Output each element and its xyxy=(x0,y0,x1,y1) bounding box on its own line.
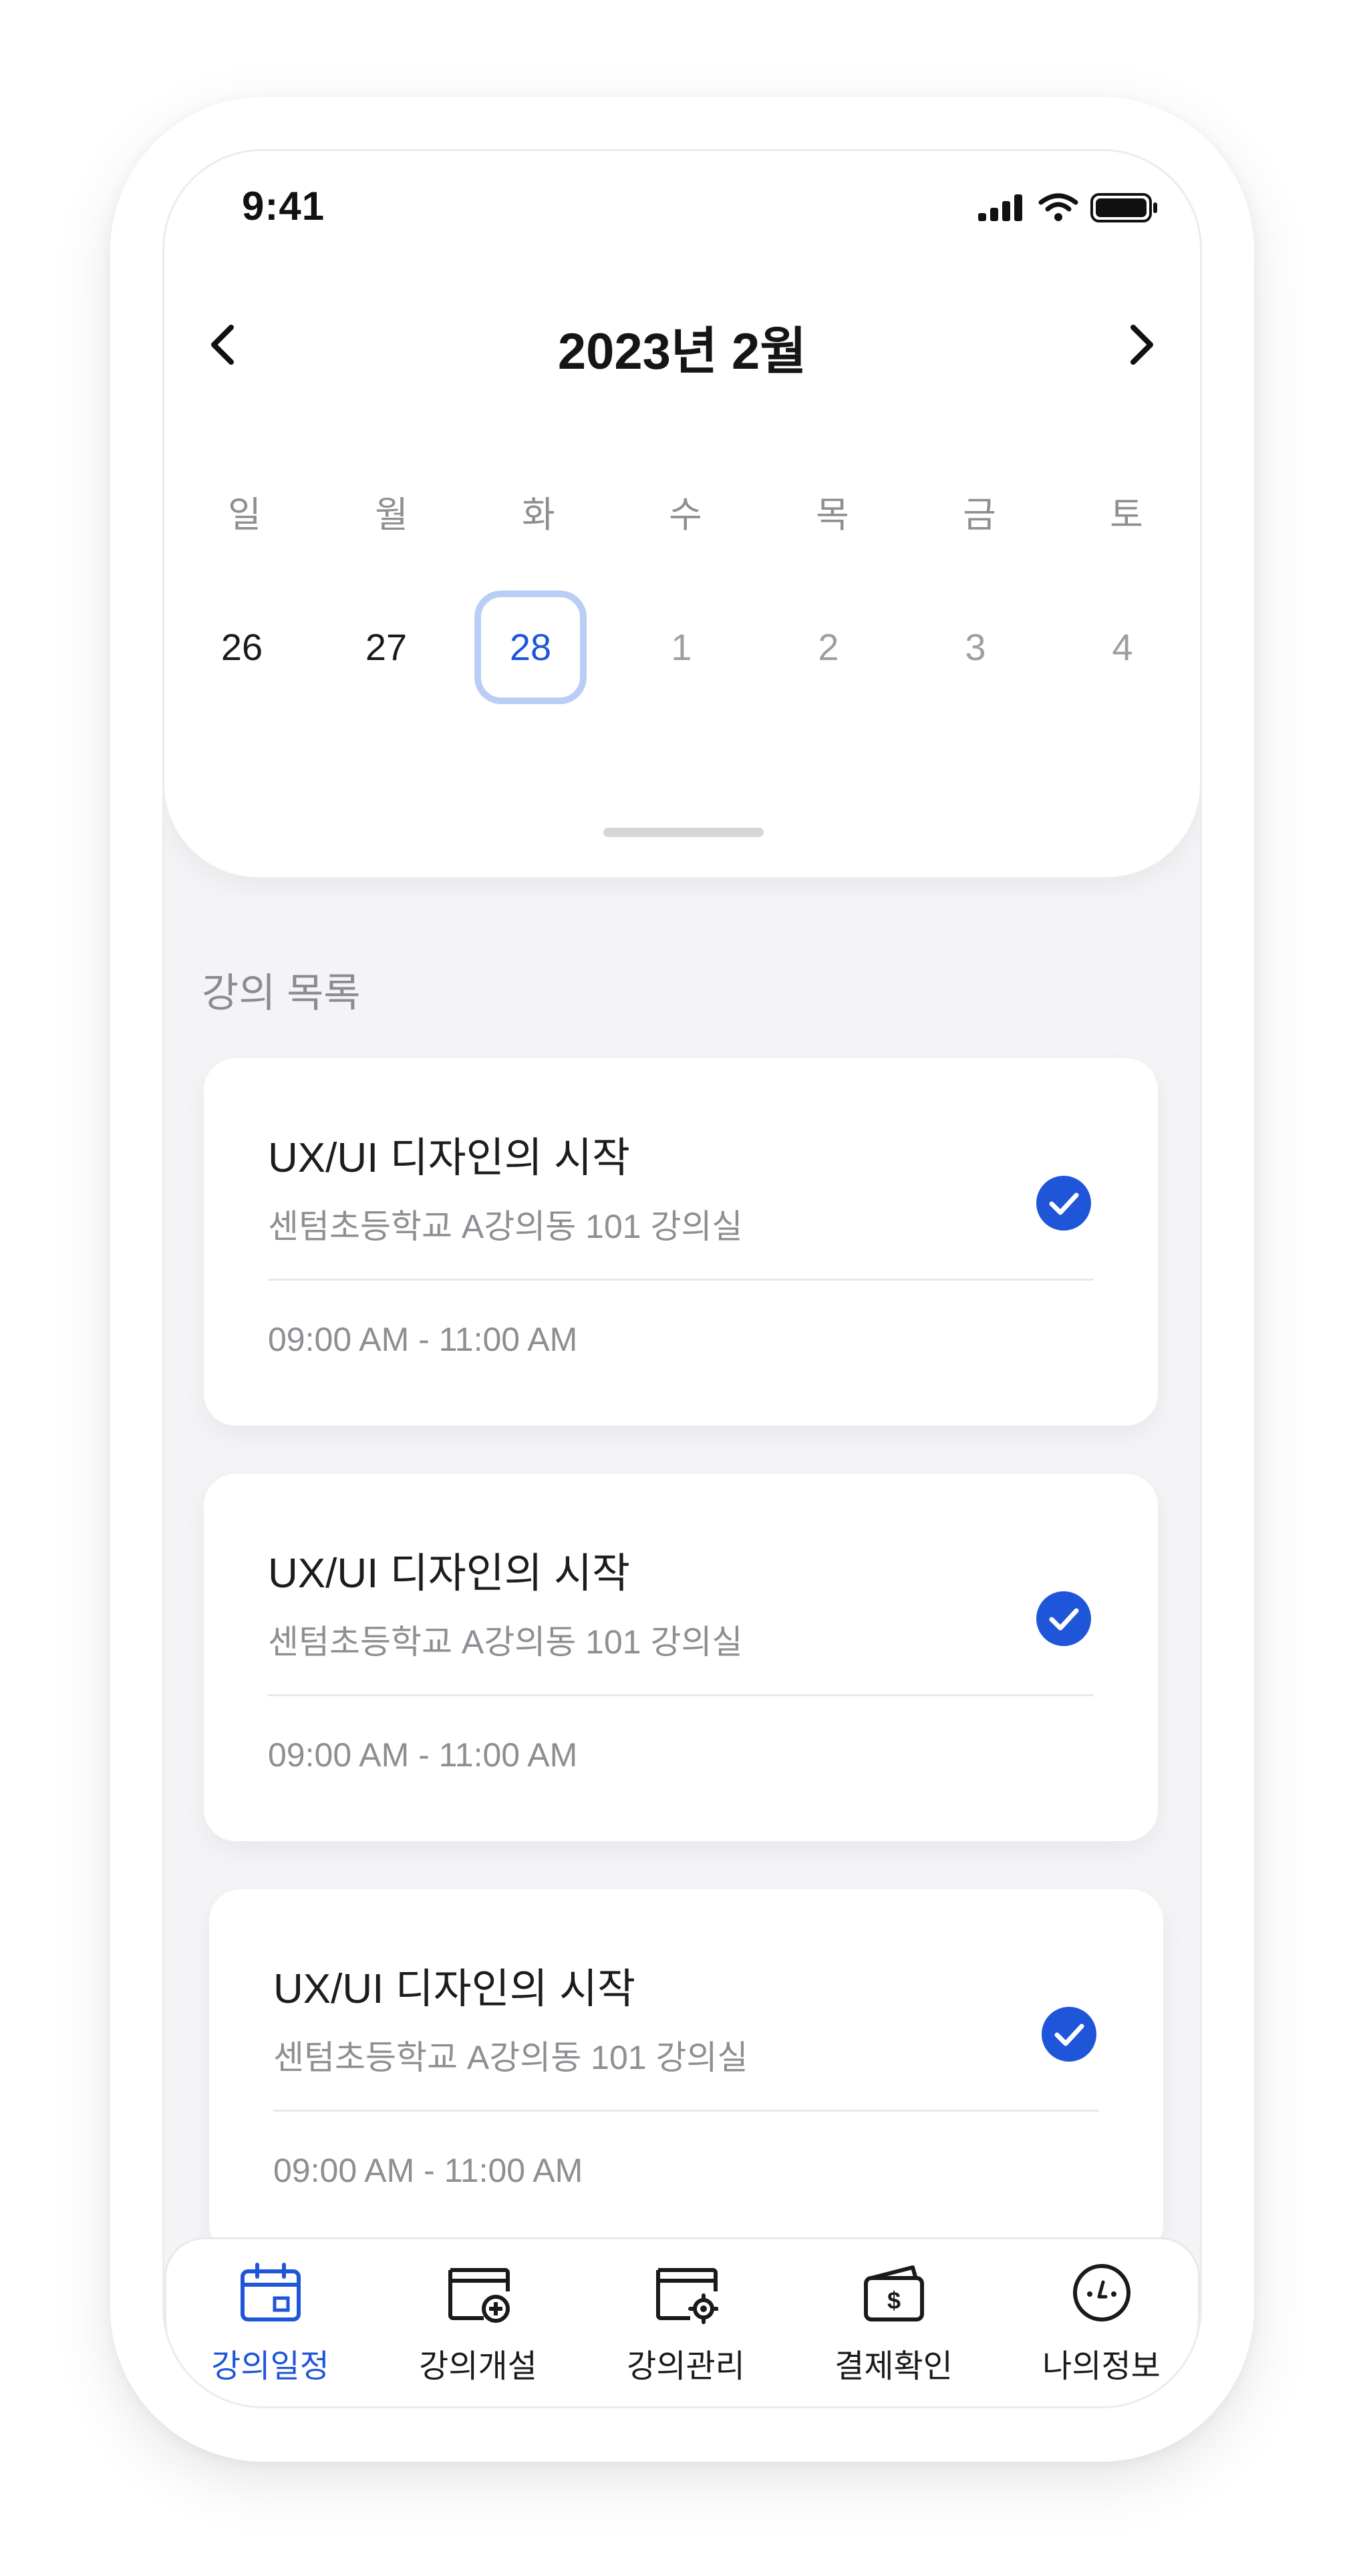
profile-icon xyxy=(1073,2264,1130,2321)
battery-icon xyxy=(1090,193,1157,222)
lecture-title: UX/UI 디자인의 시작 xyxy=(268,1551,631,1597)
calendar-icon xyxy=(241,2263,301,2321)
weekday-label: 토 xyxy=(1110,495,1143,535)
next-month-button[interactable] xyxy=(1113,318,1167,371)
tab-lecture-manage[interactable]: 강의관리 xyxy=(582,2239,790,2406)
status-icons xyxy=(978,191,1160,224)
check-circle-icon[interactable] xyxy=(1042,2007,1096,2062)
weekday-label: 일 xyxy=(228,495,261,535)
weekday-label: 수 xyxy=(669,495,702,535)
lecture-card[interactable]: UX/UI 디자인의 시작 센텀초등학교 A강의동 101 강의실 09:00 … xyxy=(204,1058,1158,1426)
lecture-time: 09:00 AM - 11:00 AM xyxy=(273,2152,583,2189)
tab-my-info[interactable]: 나의정보 xyxy=(998,2239,1200,2406)
date-cell[interactable]: 3 xyxy=(929,597,1022,697)
tab-label: 강의개설 xyxy=(419,2349,537,2384)
weekday-label: 금 xyxy=(963,495,996,535)
weekday-label: 월 xyxy=(375,495,408,535)
drag-handle[interactable] xyxy=(603,828,764,837)
lecture-location: 센텀초등학교 A강의동 101 강의실 xyxy=(268,1208,743,1245)
date-cell-selected[interactable]: 28 xyxy=(474,591,587,704)
date-cell[interactable]: 27 xyxy=(339,597,433,697)
card-divider xyxy=(268,1279,1094,1281)
weekday-label: 화 xyxy=(522,495,555,535)
lecture-title: UX/UI 디자인의 시작 xyxy=(268,1135,631,1181)
bottom-tab-bar: 강의일정 강의개설 강의관리 $ 결제확인 나의정보 xyxy=(164,2237,1200,2406)
weekday-label: 목 xyxy=(816,495,849,535)
tab-label: 나의정보 xyxy=(1042,2349,1161,2384)
phone-screen: 9:41 2023년 2월 일 월 화 수 목 금 토 26 27 28 1 2… xyxy=(162,149,1202,2408)
wallet-icon: $ xyxy=(864,2265,924,2321)
tab-lecture-schedule[interactable]: 강의일정 xyxy=(166,2239,374,2406)
lecture-title: UX/UI 디자인의 시작 xyxy=(273,1966,636,2012)
folder-settings-icon xyxy=(656,2268,718,2324)
status-time: 9:41 xyxy=(242,184,325,228)
wifi-icon xyxy=(1038,193,1078,221)
folder-add-icon xyxy=(448,2268,510,2323)
tab-label: 강의관리 xyxy=(627,2349,745,2384)
signal-icon xyxy=(978,194,1022,221)
lecture-time: 09:00 AM - 11:00 AM xyxy=(268,1736,578,1774)
lecture-location: 센텀초등학교 A강의동 101 강의실 xyxy=(273,2039,748,2076)
tab-lecture-create[interactable]: 강의개설 xyxy=(374,2239,582,2406)
section-title: 강의 목록 xyxy=(202,971,361,1015)
date-cell[interactable]: 26 xyxy=(195,597,289,697)
date-cell[interactable]: 1 xyxy=(635,597,728,697)
card-divider xyxy=(273,2110,1099,2112)
lecture-card[interactable]: UX/UI 디자인의 시작 센텀초등학교 A강의동 101 강의실 09:00 … xyxy=(204,1474,1158,1841)
month-title: 2023년 2월 xyxy=(557,323,807,380)
date-cell[interactable]: 2 xyxy=(782,597,875,697)
tab-label: 결제확인 xyxy=(835,2349,953,2384)
tab-label: 강의일정 xyxy=(211,2349,329,2384)
lecture-location: 센텀초등학교 A강의동 101 강의실 xyxy=(268,1623,743,1661)
calendar-panel: 9:41 2023년 2월 일 월 화 수 목 금 토 26 27 28 1 2… xyxy=(164,151,1200,877)
tab-payment-check[interactable]: $ 결제확인 xyxy=(790,2239,998,2406)
date-cell[interactable]: 4 xyxy=(1076,597,1169,697)
card-divider xyxy=(268,1694,1094,1696)
lecture-time: 09:00 AM - 11:00 AM xyxy=(268,1321,578,1358)
lecture-card[interactable]: UX/UI 디자인의 시작 센텀초등학교 A강의동 101 강의실 09:00 … xyxy=(209,1889,1163,2257)
check-circle-icon[interactable] xyxy=(1036,1591,1091,1646)
check-circle-icon[interactable] xyxy=(1036,1176,1091,1231)
svg-text:$: $ xyxy=(887,2287,901,2314)
